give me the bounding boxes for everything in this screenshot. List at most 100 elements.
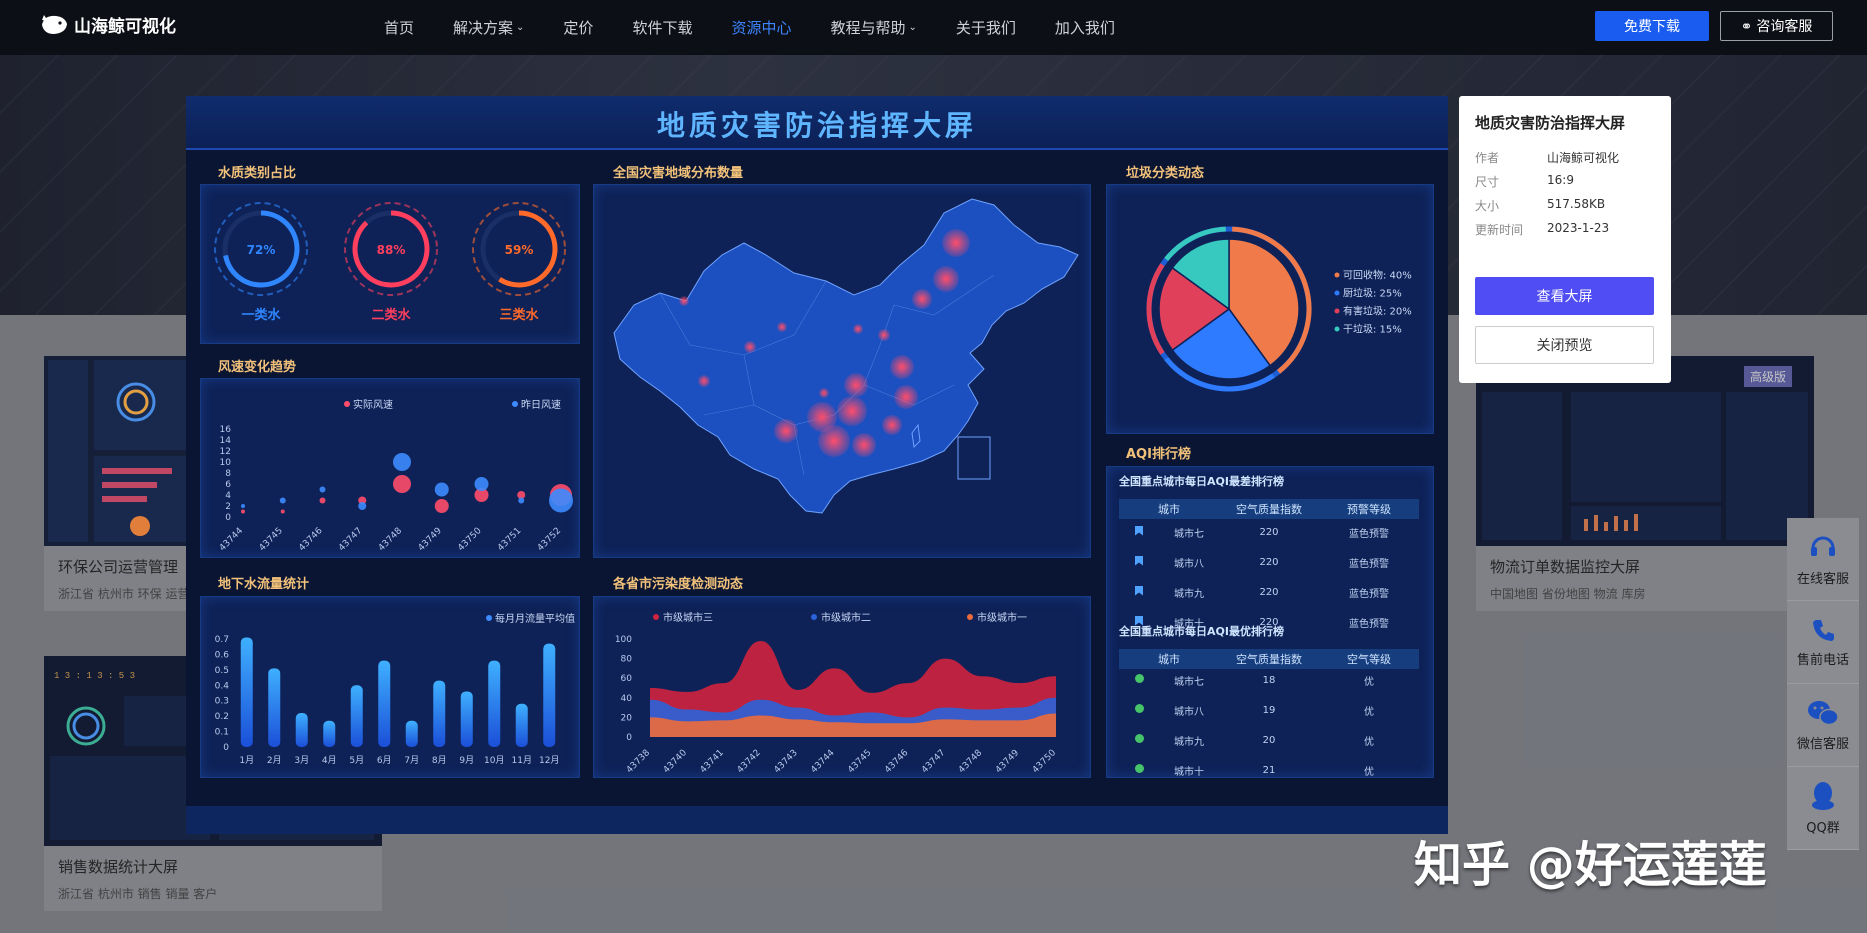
x-tick-label: 43741	[699, 748, 726, 775]
dashboard-preview: 地质灾害防治指挥大屏 水质类别占比 72% 一类水 88% 二类水 59% 三类水 风速变…	[186, 96, 1448, 834]
legend-swatch	[1334, 308, 1340, 314]
hotspot	[844, 373, 868, 397]
hotspot	[890, 355, 914, 379]
consult-service-button[interactable]: ⚭ 咨询客服	[1720, 11, 1833, 41]
pollution-area-chart: 0 20 40 60 80 100 43738 43740 43741 43742 43743 437…	[615, 611, 1059, 776]
table-cell: 220	[1259, 586, 1279, 598]
table-cell: 20	[1262, 734, 1276, 746]
table-cell: 蓝色预警	[1349, 618, 1389, 630]
free-download-button[interactable]: 免费下载	[1595, 11, 1709, 41]
nav-item-resources[interactable]: 资源中心	[731, 17, 791, 38]
nav-item-tutorials[interactable]: 教程与帮助 ⌄	[830, 17, 916, 38]
x-tick-label: 43740	[662, 748, 690, 776]
info-title: 地质灾害防治指挥大屏	[1475, 114, 1626, 132]
x-tick-label: 43749	[417, 526, 445, 554]
bookmark-icon	[1119, 525, 1159, 539]
legend-swatch	[344, 401, 350, 407]
nav-item-home[interactable]: 首页	[384, 17, 414, 38]
legend-label: 昨日风速	[521, 399, 561, 411]
nav-item-join[interactable]: 加入我们	[1055, 17, 1115, 38]
y-tick-label: 0.1	[215, 728, 229, 738]
legend-swatch	[1334, 272, 1340, 278]
table-row: 城市七 18 优	[1119, 673, 1419, 688]
y-tick-label: 0.7	[215, 635, 229, 645]
x-tick-label: 43750	[1031, 748, 1059, 776]
garbage-panel: 可回收物: 40% 厨垃圾: 25% 有害垃圾: 20% 干垃圾: 15%	[1106, 184, 1434, 434]
garbage-pie-chart: 可回收物: 40% 厨垃圾: 25% 有害垃圾: 20% 干垃圾: 15%	[1146, 226, 1412, 392]
table-cell: 城市七	[1174, 676, 1204, 688]
scatter-point	[434, 482, 449, 497]
column-header: 城市	[1158, 653, 1180, 666]
legend-label: 有害垃圾: 20%	[1343, 305, 1412, 318]
site-logo[interactable]: 山海鲸可视化	[40, 11, 176, 37]
bar	[543, 643, 556, 747]
x-tick-label: 3月	[294, 755, 309, 766]
bar	[240, 637, 253, 747]
x-tick-label: 43746	[297, 526, 325, 554]
tool-label: 微信客服	[1796, 736, 1849, 752]
main-menu: 首页 解决方案 ⌄ 定价 软件下载 资源中心 教程与帮助 ⌄ 关于我们 加入我们	[384, 0, 1154, 55]
bar	[515, 703, 528, 747]
info-value: 山海鲸可视化	[1547, 151, 1620, 165]
nav-item-pricing[interactable]: 定价	[563, 17, 593, 38]
x-tick-label: 7月	[404, 755, 419, 766]
x-tick-label: 43750	[456, 526, 484, 554]
presale-phone-button[interactable]: 售前电话	[1787, 601, 1859, 684]
y-tick-label: 40	[621, 694, 633, 704]
table-row: 城市七 220 蓝色预警	[1119, 525, 1419, 540]
view-dashboard-button[interactable]: 查看大屏	[1475, 277, 1654, 315]
panel-title: AQI排行榜	[1126, 447, 1191, 462]
panel-title: 水质类别占比	[218, 166, 297, 181]
hotspot	[894, 385, 918, 409]
gauge-label: 一类水	[241, 307, 281, 323]
legend-label: 厨垃圾: 25%	[1343, 287, 1402, 300]
nav-item-download[interactable]: 软件下载	[632, 17, 692, 38]
logo-text: 山海鲸可视化	[74, 16, 176, 37]
y-tick-label: 0.3	[215, 697, 229, 707]
y-tick-label: 14	[220, 436, 232, 446]
legend-label: 可回收物: 40%	[1343, 269, 1412, 282]
table-cell: 城市九	[1174, 736, 1204, 748]
gauge-value: 88%	[377, 243, 406, 257]
x-tick-label: 43742	[736, 748, 763, 775]
hotspot	[912, 289, 932, 309]
scatter-point	[241, 504, 245, 508]
wechat-service-button[interactable]: 微信客服	[1787, 684, 1859, 767]
legend-swatch	[653, 614, 659, 620]
info-value: 2023-1-23	[1547, 221, 1610, 235]
scatter-point	[474, 477, 489, 491]
check-circle-icon	[1119, 764, 1159, 776]
water-quality-gauges: 72% 一类水 88% 二类水 59% 三类水	[214, 202, 566, 323]
table-cell: 21	[1262, 764, 1276, 776]
tool-label: 在线客服	[1796, 571, 1849, 587]
hotspot	[744, 341, 756, 353]
scatter-point	[393, 453, 411, 471]
nav-item-solutions[interactable]: 解决方案 ⌄	[453, 17, 524, 38]
online-service-button[interactable]: 在线客服	[1787, 518, 1859, 601]
info-row-author: 作者 山海鲸可视化	[1475, 149, 1619, 166]
table-cell: 优	[1364, 676, 1374, 688]
gauge-value: 59%	[505, 243, 534, 257]
table-cell: 18	[1262, 674, 1276, 686]
hotspot	[774, 419, 798, 443]
y-tick-label: 0.2	[215, 712, 229, 722]
qq-group-button[interactable]: QQ群	[1787, 767, 1859, 850]
gauge-label: 三类水	[499, 307, 539, 323]
table-cell: 优	[1364, 736, 1374, 748]
table-cell: 蓝色预警	[1349, 528, 1389, 540]
chevron-down-icon: ⌄	[516, 22, 525, 33]
hotspot	[878, 329, 890, 341]
x-tick-label: 4月	[322, 755, 337, 766]
top-navigation: 山海鲸可视化 首页 解决方案 ⌄ 定价 软件下载 资源中心 教程与帮助 ⌄ 关于我们…	[0, 0, 1867, 55]
map-panel	[593, 184, 1091, 558]
info-key: 尺寸	[1475, 175, 1500, 189]
qq-icon	[1812, 781, 1834, 810]
water-quality-panel: 72% 一类水 88% 二类水 59% 三类水	[200, 184, 580, 344]
nav-item-about[interactable]: 关于我们	[956, 17, 1016, 38]
table-cell: 城市九	[1174, 588, 1204, 600]
legend-swatch	[512, 401, 518, 407]
aqi-worst-subtitle: 全国重点城市每日AQI最差排行榜	[1119, 475, 1284, 488]
close-preview-button[interactable]: 关闭预览	[1475, 326, 1654, 364]
legend-swatch	[1334, 290, 1340, 296]
wind-scatter-chart: 0246810121416 43744 43745 43746 43747 43748 43…	[218, 398, 573, 554]
